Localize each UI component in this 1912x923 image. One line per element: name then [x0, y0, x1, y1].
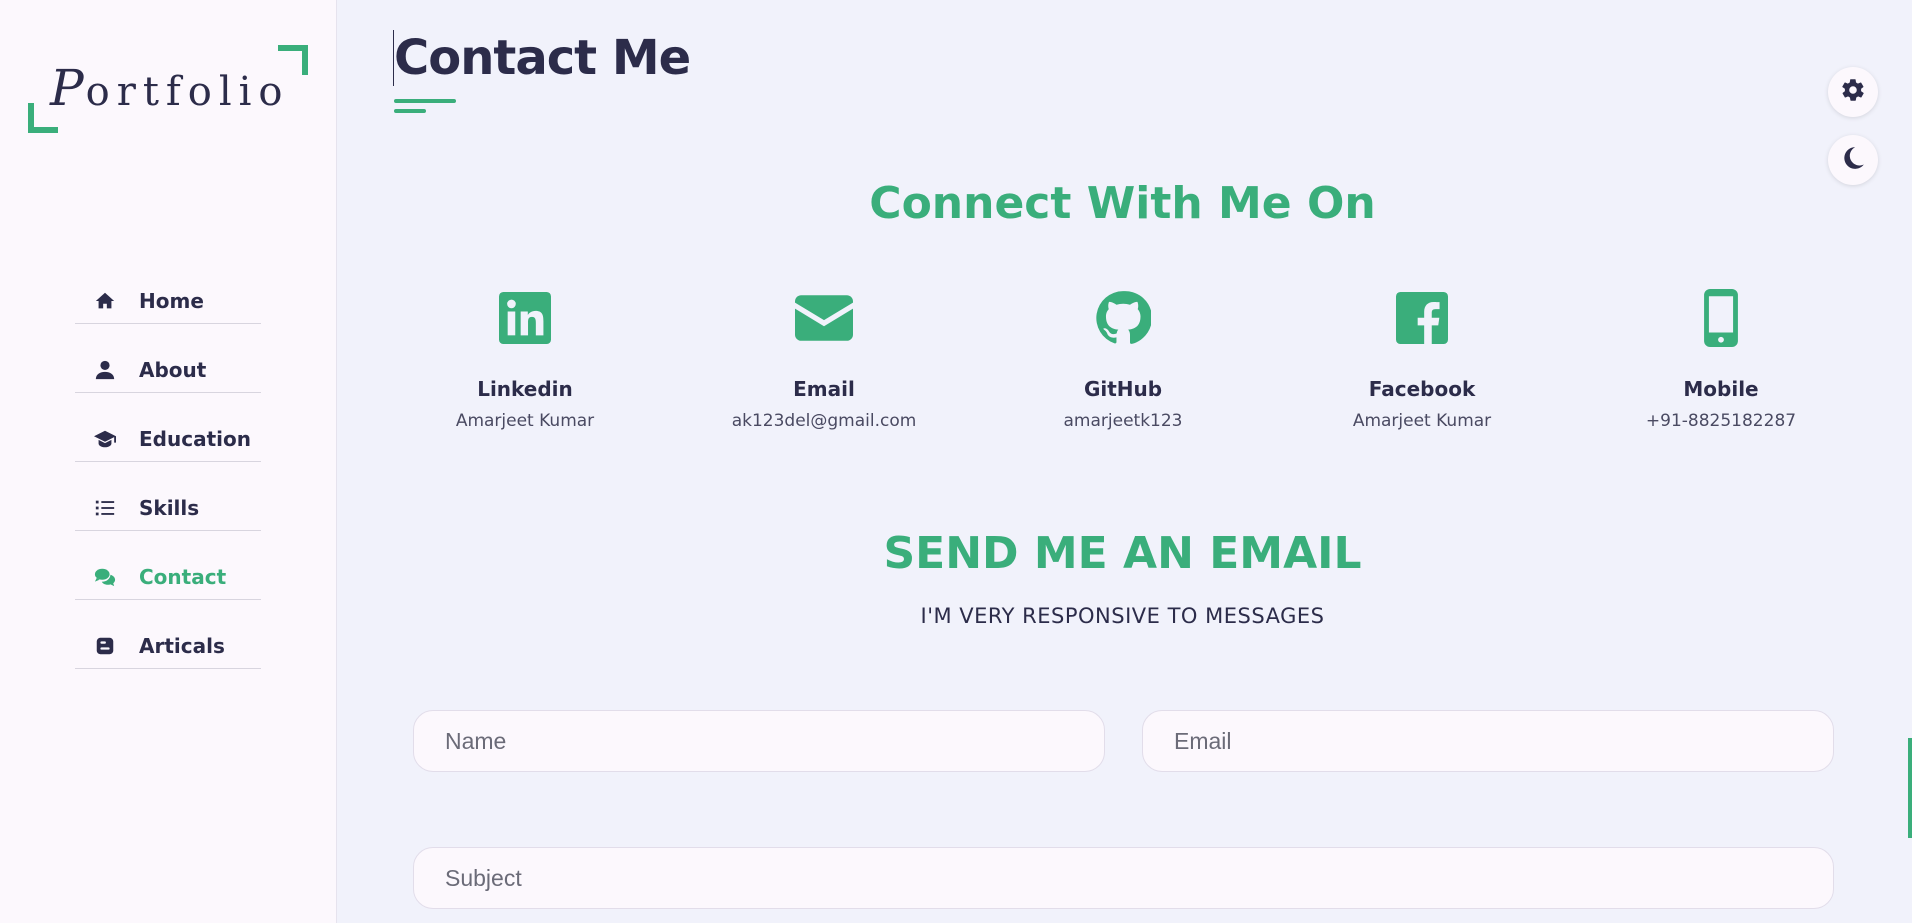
settings-button[interactable]: [1828, 67, 1878, 117]
contact-github[interactable]: GitHub amarjeetk123: [973, 288, 1273, 431]
connect-title: Connect With Me On: [869, 178, 1376, 229]
title-underline: [394, 99, 456, 103]
gear-icon: [1840, 77, 1866, 107]
sidebar-item-contact[interactable]: Contact: [75, 554, 261, 600]
facebook-icon: [1272, 288, 1572, 348]
moon-icon: [1840, 145, 1866, 175]
sidebar-item-label: About: [139, 357, 207, 382]
logo-initial: P: [50, 59, 86, 117]
contact-label: Mobile: [1683, 377, 1759, 401]
sidebar-item-label: Articals: [139, 633, 225, 658]
email-input[interactable]: [1142, 710, 1834, 772]
contact-linkedin[interactable]: Linkedin Amarjeet Kumar: [375, 288, 675, 431]
contact-facebook[interactable]: Facebook Amarjeet Kumar: [1272, 288, 1572, 431]
envelope-icon: [674, 288, 974, 348]
sidebar-item-articals[interactable]: Articals: [75, 623, 261, 669]
logo-rest: ortfolio: [85, 69, 290, 115]
sidebar-item-education[interactable]: Education: [75, 416, 261, 462]
comments-icon: [93, 566, 117, 588]
contact-label: Facebook: [1368, 377, 1476, 401]
graduation-cap-icon: [93, 428, 117, 450]
sidebar-item-label: Skills: [139, 495, 200, 520]
contact-value: amarjeetk123: [1063, 411, 1183, 431]
sidebar-item-skills[interactable]: Skills: [75, 485, 261, 531]
sidebar-item-label: Contact: [139, 564, 227, 589]
sidebar-item-label: Home: [139, 288, 204, 313]
linkedin-icon: [375, 288, 675, 348]
portfolio-logo[interactable]: Portfolio: [28, 45, 308, 133]
contact-label: Email: [793, 377, 855, 401]
contact-value: Amarjeet Kumar: [1352, 411, 1492, 431]
email-section-title: SEND ME AN EMAIL: [883, 528, 1362, 579]
sidebar: Portfolio Home About Education Skills Co…: [0, 0, 337, 923]
scroll-indicator[interactable]: [1908, 738, 1912, 838]
email-section-subtitle: I'M VERY RESPONSIVE TO MESSAGES: [920, 604, 1325, 628]
list-icon: [93, 497, 117, 519]
mobile-icon: [1571, 288, 1871, 348]
contact-mobile[interactable]: Mobile +91-8825182287: [1571, 288, 1871, 431]
page-title: Contact Me: [393, 30, 691, 86]
github-icon: [973, 288, 1273, 348]
user-icon: [93, 359, 117, 381]
home-icon: [93, 290, 117, 312]
sidebar-item-about[interactable]: About: [75, 347, 261, 393]
blogger-icon: [93, 635, 117, 657]
contact-value: Amarjeet Kumar: [455, 411, 595, 431]
contact-value: +91-8825182287: [1645, 411, 1797, 431]
sidebar-nav: Home About Education Skills Contact Arti…: [75, 278, 261, 692]
contact-email[interactable]: Email ak123del@gmail.com: [674, 288, 974, 431]
sidebar-item-label: Education: [139, 426, 251, 451]
contact-value: ak123del@gmail.com: [731, 411, 917, 431]
contact-label: GitHub: [1083, 377, 1163, 401]
title-underline-short: [394, 109, 426, 113]
name-input[interactable]: [413, 710, 1105, 772]
subject-input[interactable]: [413, 847, 1834, 909]
logo-text: Portfolio: [50, 59, 290, 117]
sidebar-item-home[interactable]: Home: [75, 278, 261, 324]
contact-label: Linkedin: [477, 377, 573, 401]
